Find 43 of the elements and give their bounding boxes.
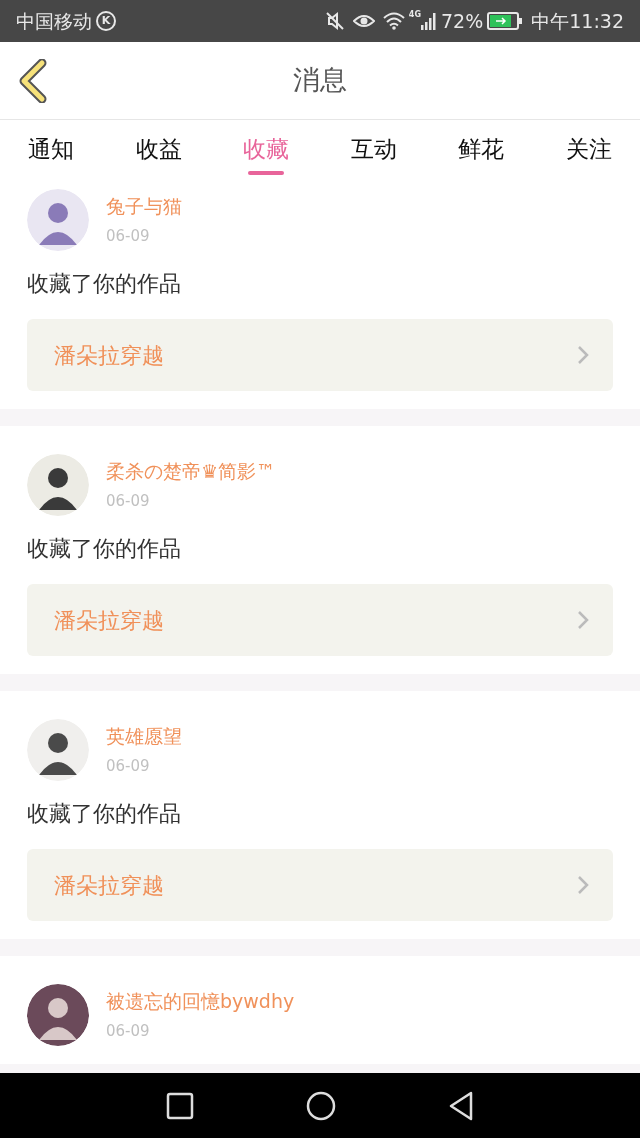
avatar[interactable] <box>27 454 89 516</box>
home-icon[interactable] <box>306 1090 336 1121</box>
chevron-right-icon <box>577 345 589 365</box>
clock: 中午11:32 <box>531 8 624 34</box>
work-link[interactable]: 潘朵拉穿越 <box>27 584 613 656</box>
mute-icon <box>324 11 345 31</box>
battery-percent: 72% <box>441 8 484 34</box>
work-link[interactable]: 潘朵拉穿越 <box>27 849 613 921</box>
user-name[interactable]: 柔杀の楚帝♛简影™ <box>106 458 276 484</box>
recent-apps-icon[interactable] <box>166 1091 194 1120</box>
avatar[interactable] <box>27 984 89 1046</box>
message-date: 06-09 <box>106 226 151 247</box>
user-name[interactable]: 英雄愿望 <box>106 723 182 749</box>
message-text: 收藏了你的作品 <box>27 270 182 298</box>
signal-icon <box>421 12 437 30</box>
carrier-name: 中国移动 <box>16 8 92 34</box>
chevron-right-icon <box>577 875 589 895</box>
tab[interactable]: 关注 <box>553 120 624 180</box>
message-date: 06-09 <box>106 756 151 777</box>
message-text: 收藏了你的作品 <box>27 535 182 563</box>
tab[interactable]: 鲜花 <box>446 120 517 180</box>
battery-icon <box>487 12 524 30</box>
back-icon <box>18 58 48 103</box>
message-date: 06-09 <box>106 1021 151 1042</box>
network-label: 4G <box>408 9 421 21</box>
message-text: 收藏了你的作品 <box>27 800 182 828</box>
tab-indicator <box>248 171 285 175</box>
tab[interactable]: 互动 <box>338 120 409 180</box>
back-nav-icon[interactable] <box>448 1090 474 1121</box>
back-button[interactable] <box>18 56 48 105</box>
wifi-icon <box>382 12 405 30</box>
tab[interactable]: 收藏 <box>231 120 302 180</box>
carrier-badge: K <box>96 11 116 31</box>
tab[interactable]: 通知 <box>16 120 86 180</box>
eye-icon <box>352 13 375 29</box>
user-name[interactable]: 兔子与猫 <box>106 193 182 219</box>
message-date: 06-09 <box>106 491 151 512</box>
avatar[interactable] <box>27 719 89 781</box>
work-link[interactable]: 潘朵拉穿越 <box>27 319 613 391</box>
chevron-right-icon <box>577 610 589 630</box>
user-name[interactable]: 被遗忘的回憶bywdhy <box>106 988 295 1014</box>
tab[interactable]: 收益 <box>123 120 194 180</box>
page-title: 消息 <box>293 63 347 98</box>
